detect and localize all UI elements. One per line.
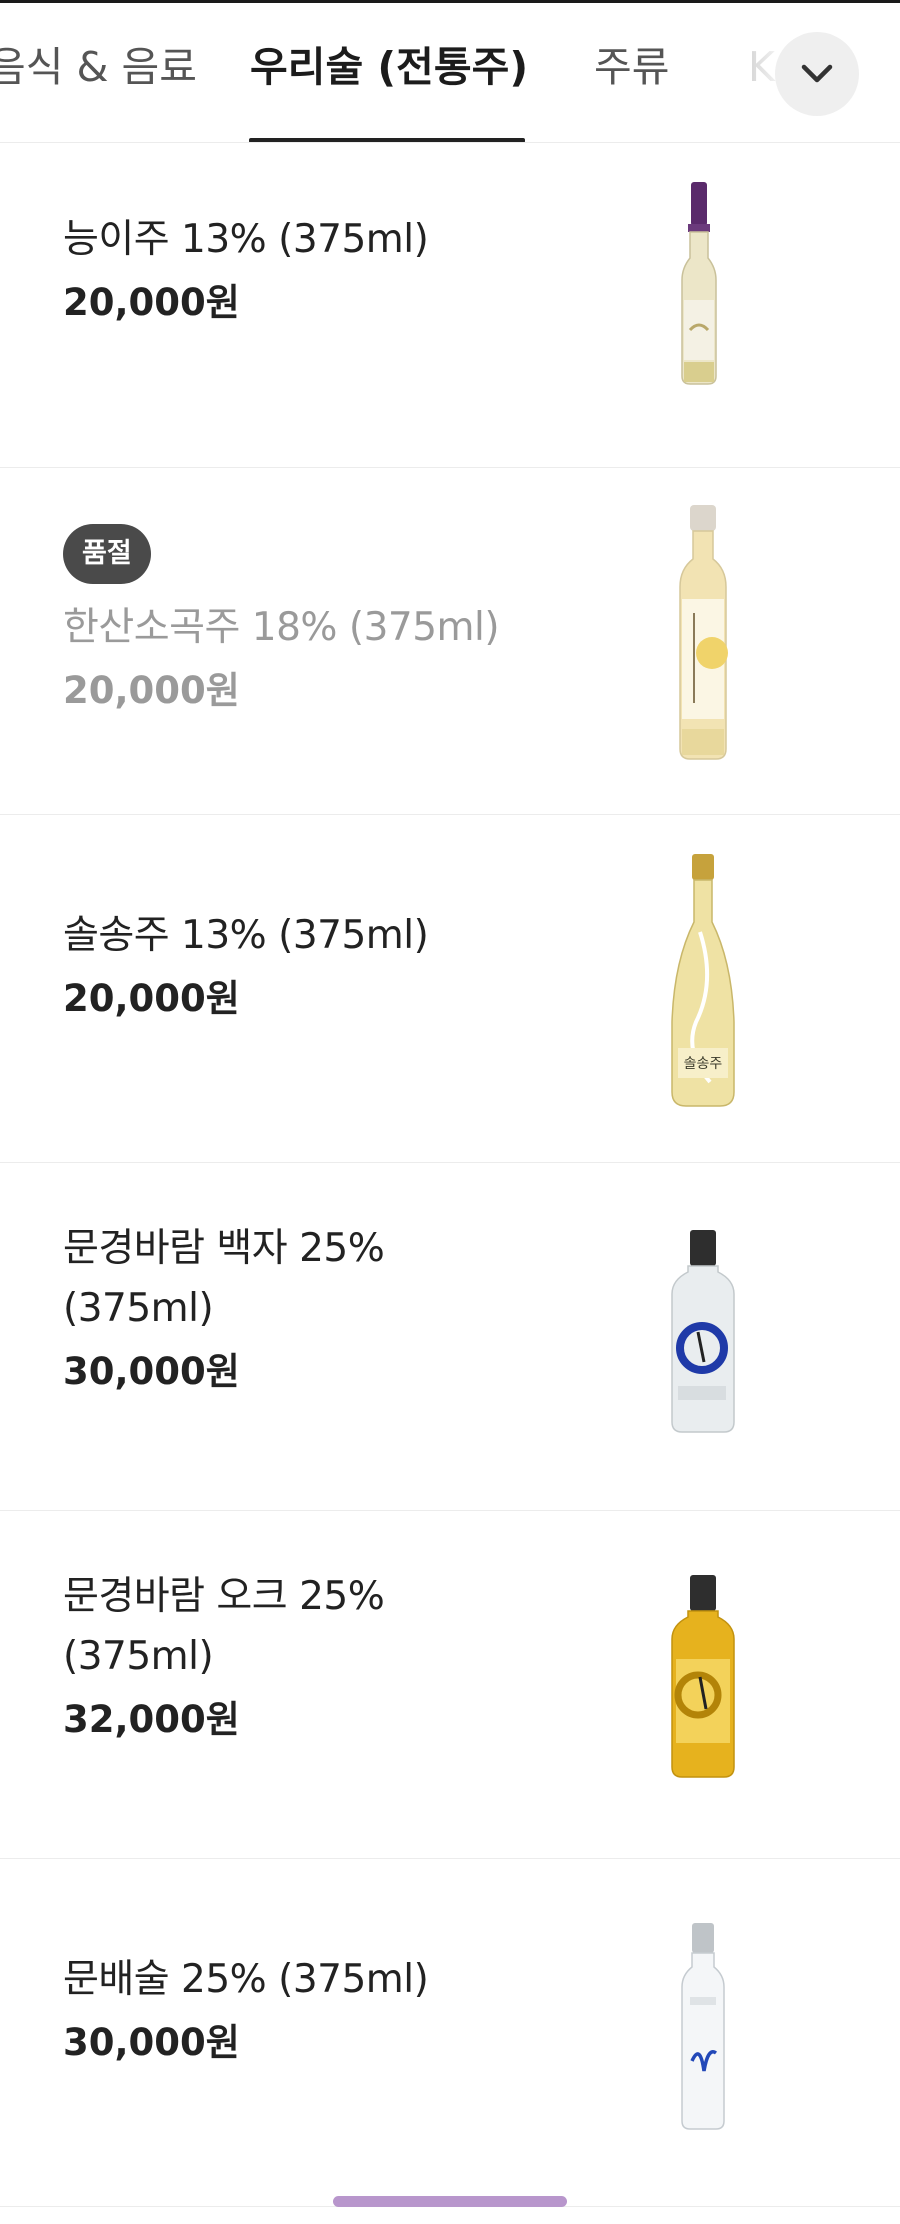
- home-indicator[interactable]: [333, 2196, 567, 2207]
- product-price: 20,000원: [63, 669, 240, 712]
- product-item[interactable]: 솔송주 13% (375ml) 20,000원 솔송주: [0, 815, 900, 1163]
- product-item[interactable]: 문경바람 백자 25% (375ml) 30,000원: [0, 1163, 900, 1511]
- product-item[interactable]: 능이주 13% (375ml) 20,000원: [0, 143, 900, 468]
- product-price: 20,000원: [63, 977, 240, 1020]
- menu-page: 음식 & 음료 우리술 (전통주) 주류 K 능이주 13% (375ml) 2…: [0, 0, 900, 2224]
- product-item[interactable]: 문배술 25% (375ml) 30,000원: [0, 1859, 900, 2207]
- product-name: 문경바람 오크 25% (375ml): [63, 1574, 385, 1679]
- product-price: 32,000원: [63, 1698, 240, 1741]
- product-info: 능이주 13% (375ml) 20,000원: [63, 210, 533, 334]
- product-price: 30,000원: [63, 1350, 240, 1393]
- sold-out-badge: 품절: [63, 524, 151, 584]
- tab-food-drink[interactable]: 음식 & 음료: [0, 37, 197, 97]
- product-price: 20,000원: [63, 281, 240, 324]
- product-image: [620, 1573, 790, 1783]
- svg-text:솔송주: 솔송주: [684, 1056, 723, 1072]
- product-image: [620, 1228, 790, 1438]
- product-name: 문배술 25% (375ml): [63, 1957, 429, 2002]
- product-info: 문경바람 백자 25% (375ml) 30,000원: [63, 1219, 533, 1403]
- product-info: 품절 한산소곡주 18% (375ml) 20,000원: [63, 524, 533, 722]
- category-tab-bar[interactable]: 음식 & 음료 우리술 (전통주) 주류 K: [0, 3, 900, 143]
- product-item[interactable]: 품절 한산소곡주 18% (375ml) 20,000원: [0, 468, 900, 815]
- product-image: 솔송주: [620, 852, 790, 1112]
- product-name: 한산소곡주 18% (375ml): [63, 605, 500, 650]
- product-name: 솔송주 13% (375ml): [63, 913, 429, 958]
- product-name: 능이주 13% (375ml): [63, 217, 429, 262]
- product-name: 문경바람 백자 25% (375ml): [63, 1226, 385, 1331]
- product-item[interactable]: 문경바람 오크 25% (375ml) 32,000원: [0, 1511, 900, 1859]
- product-image: [620, 180, 790, 390]
- expand-categories-button[interactable]: [775, 32, 859, 116]
- product-info: 문배술 25% (375ml) 30,000원: [63, 1950, 533, 2074]
- product-price: 30,000원: [63, 2021, 240, 2064]
- chevron-down-icon: [799, 62, 835, 86]
- tab-liquor[interactable]: 주류: [594, 37, 669, 97]
- tab-traditional-liquor[interactable]: 우리술 (전통주): [250, 37, 528, 97]
- product-image: [620, 503, 790, 763]
- product-info: 문경바람 오크 25% (375ml) 32,000원: [63, 1567, 533, 1751]
- product-info: 솔송주 13% (375ml) 20,000원: [63, 906, 533, 1030]
- product-image: [620, 1921, 790, 2133]
